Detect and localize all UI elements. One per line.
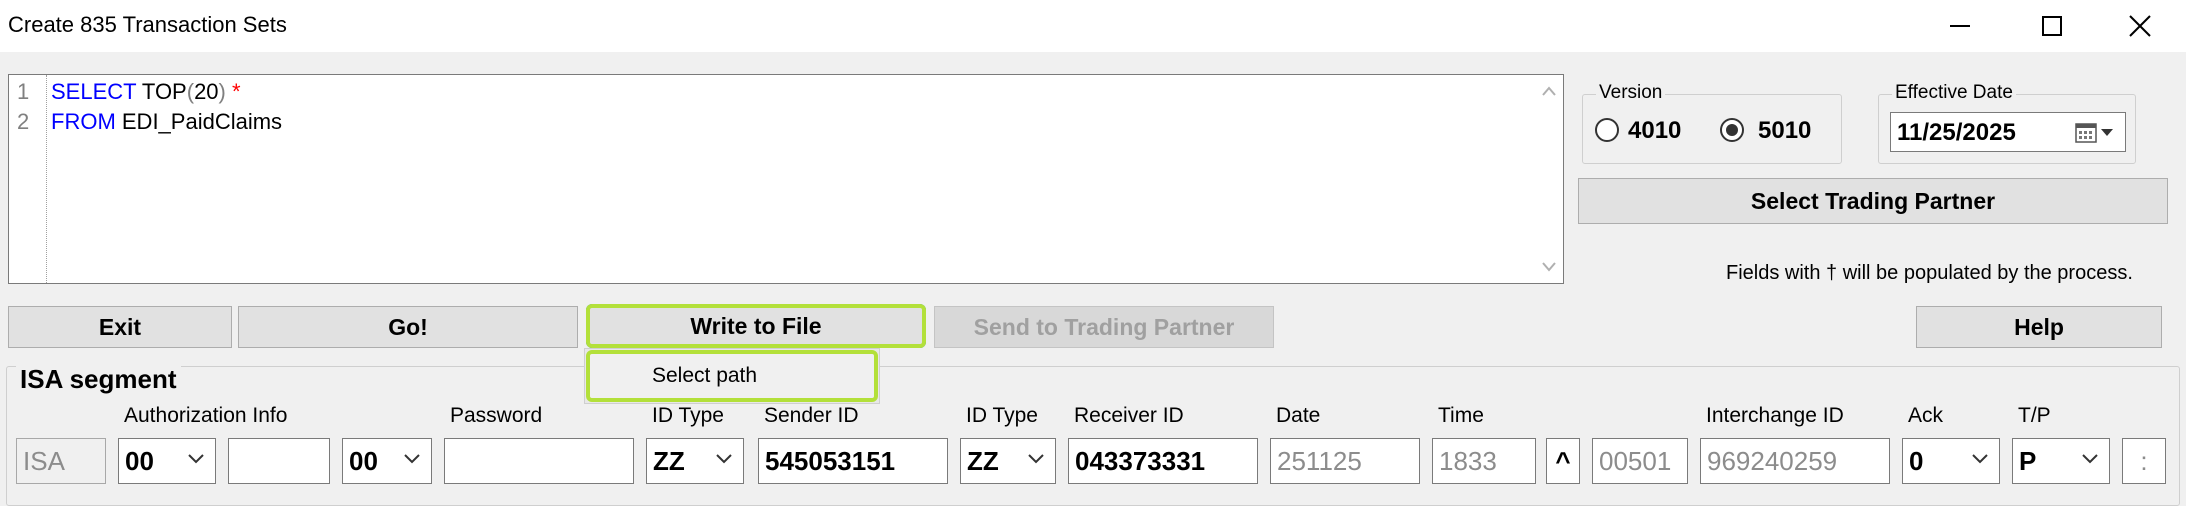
isa-segment-field: ISA — [16, 438, 106, 484]
sql-number: 20 — [194, 79, 219, 104]
sender-id-type-select[interactable]: ZZ — [646, 438, 744, 484]
version-legend: Version — [1596, 82, 1666, 104]
receiver-id-type-value: ZZ — [967, 445, 999, 476]
interchange-id-field: 969240259 — [1700, 438, 1890, 484]
dropdown-arrow-icon[interactable] — [2101, 129, 2113, 137]
receiver-id-input[interactable]: 043373331 — [1068, 438, 1258, 484]
sql-star: * — [225, 79, 241, 104]
tp-label: T/P — [2018, 404, 2051, 427]
authorization-info-label: Authorization Info — [124, 404, 288, 427]
radio-4010[interactable] — [1595, 118, 1619, 142]
interchange-id-label: Interchange ID — [1706, 404, 1844, 427]
effective-date-legend: Effective Date — [1892, 82, 2016, 104]
calendar-icon[interactable] — [2075, 121, 2097, 143]
close-icon — [2129, 15, 2151, 37]
effective-date-picker[interactable]: 11/25/2025 — [1890, 112, 2126, 152]
chevron-down-icon — [188, 454, 204, 464]
radio-4010-label[interactable]: 4010 — [1628, 117, 1681, 145]
maximize-button[interactable] — [2006, 0, 2098, 52]
time-label: Time — [1438, 404, 1484, 427]
auth-qualifier-select[interactable]: 00 — [118, 438, 216, 484]
receiver-id-type-select[interactable]: ZZ — [960, 438, 1056, 484]
sql-keyword: SELECT — [51, 79, 137, 104]
date-label: Date — [1276, 404, 1321, 427]
tp-value: P — [2019, 445, 2037, 476]
radio-5010-label[interactable]: 5010 — [1758, 117, 1811, 145]
sender-id-label: Sender ID — [764, 404, 859, 427]
sender-id-type-label: ID Type — [652, 404, 724, 427]
chevron-up-icon — [1542, 86, 1556, 96]
sql-keyword: FROM — [51, 109, 116, 134]
go-button[interactable]: Go! — [238, 306, 578, 348]
sql-text: EDI_PaidClaims — [115, 109, 283, 134]
sql-editor[interactable]: 1 2 SELECT TOP(20) * FROM EDI_PaidClaims — [8, 74, 1564, 284]
close-button[interactable] — [2094, 0, 2186, 52]
password-qualifier-value: 00 — [349, 445, 378, 476]
chevron-down-icon — [1028, 454, 1044, 464]
ack-value: 0 — [1909, 445, 1924, 476]
chevron-down-icon — [1972, 454, 1988, 464]
effective-date-value: 11/25/2025 — [1897, 119, 2016, 146]
sql-text: TOP — [136, 79, 187, 104]
line-number: 2 — [17, 109, 30, 134]
repetition-separator-input[interactable]: ^ — [1546, 438, 1580, 484]
help-button[interactable]: Help — [1916, 306, 2162, 348]
minimize-icon — [1950, 25, 1970, 27]
sender-id-type-value: ZZ — [653, 445, 685, 476]
code-line-1: SELECT TOP(20) * — [51, 79, 241, 105]
scroll-down-button[interactable] — [1537, 255, 1561, 279]
password-label: Password — [450, 404, 543, 427]
sql-paren: ) — [218, 79, 226, 104]
receiver-id-type-label: ID Type — [966, 404, 1038, 427]
tp-select[interactable]: P — [2012, 438, 2110, 484]
chevron-down-icon — [2082, 454, 2098, 464]
minimize-button[interactable] — [1914, 0, 2006, 52]
auth-info-input[interactable] — [228, 438, 330, 484]
receiver-id-label: Receiver ID — [1074, 404, 1184, 427]
scroll-up-button[interactable] — [1537, 79, 1561, 103]
password-qualifier-select[interactable]: 00 — [342, 438, 432, 484]
sql-paren: ( — [186, 79, 195, 104]
password-input[interactable] — [444, 438, 634, 484]
title-bar — [0, 0, 2186, 52]
select-path-menu-item[interactable]: Select path — [586, 350, 878, 402]
ack-label: Ack — [1908, 404, 1944, 427]
select-trading-partner-button[interactable]: Select Trading Partner — [1578, 178, 2168, 224]
exit-button[interactable]: Exit — [8, 306, 232, 348]
line-number-gutter — [9, 75, 47, 283]
populated-fields-note: Fields with † will be populated by the p… — [1726, 262, 2133, 284]
send-to-trading-partner-button[interactable]: Send to Trading Partner — [934, 306, 1274, 348]
code-line-2: FROM EDI_PaidClaims — [51, 109, 282, 135]
component-separator-field: : — [2122, 438, 2166, 484]
radio-5010[interactable] — [1720, 118, 1744, 142]
sender-id-input[interactable]: 545053151 — [758, 438, 948, 484]
date-field: 251125 — [1270, 438, 1420, 484]
line-number: 1 — [17, 79, 30, 104]
chevron-down-icon — [404, 454, 420, 464]
window-title: Create 835 Transaction Sets — [8, 12, 287, 37]
ack-select[interactable]: 0 — [1902, 438, 2000, 484]
chevron-down-icon — [716, 454, 732, 464]
write-to-file-button[interactable]: Write to File — [586, 304, 926, 348]
auth-qualifier-value: 00 — [125, 445, 154, 476]
chevron-down-icon — [1542, 262, 1556, 272]
isa-segment-title: ISA segment — [16, 364, 181, 395]
isa-segment-group — [6, 366, 2180, 506]
time-field: 1833 — [1432, 438, 1536, 484]
maximize-icon — [2042, 16, 2062, 36]
version-field: 00501 — [1592, 438, 1688, 484]
